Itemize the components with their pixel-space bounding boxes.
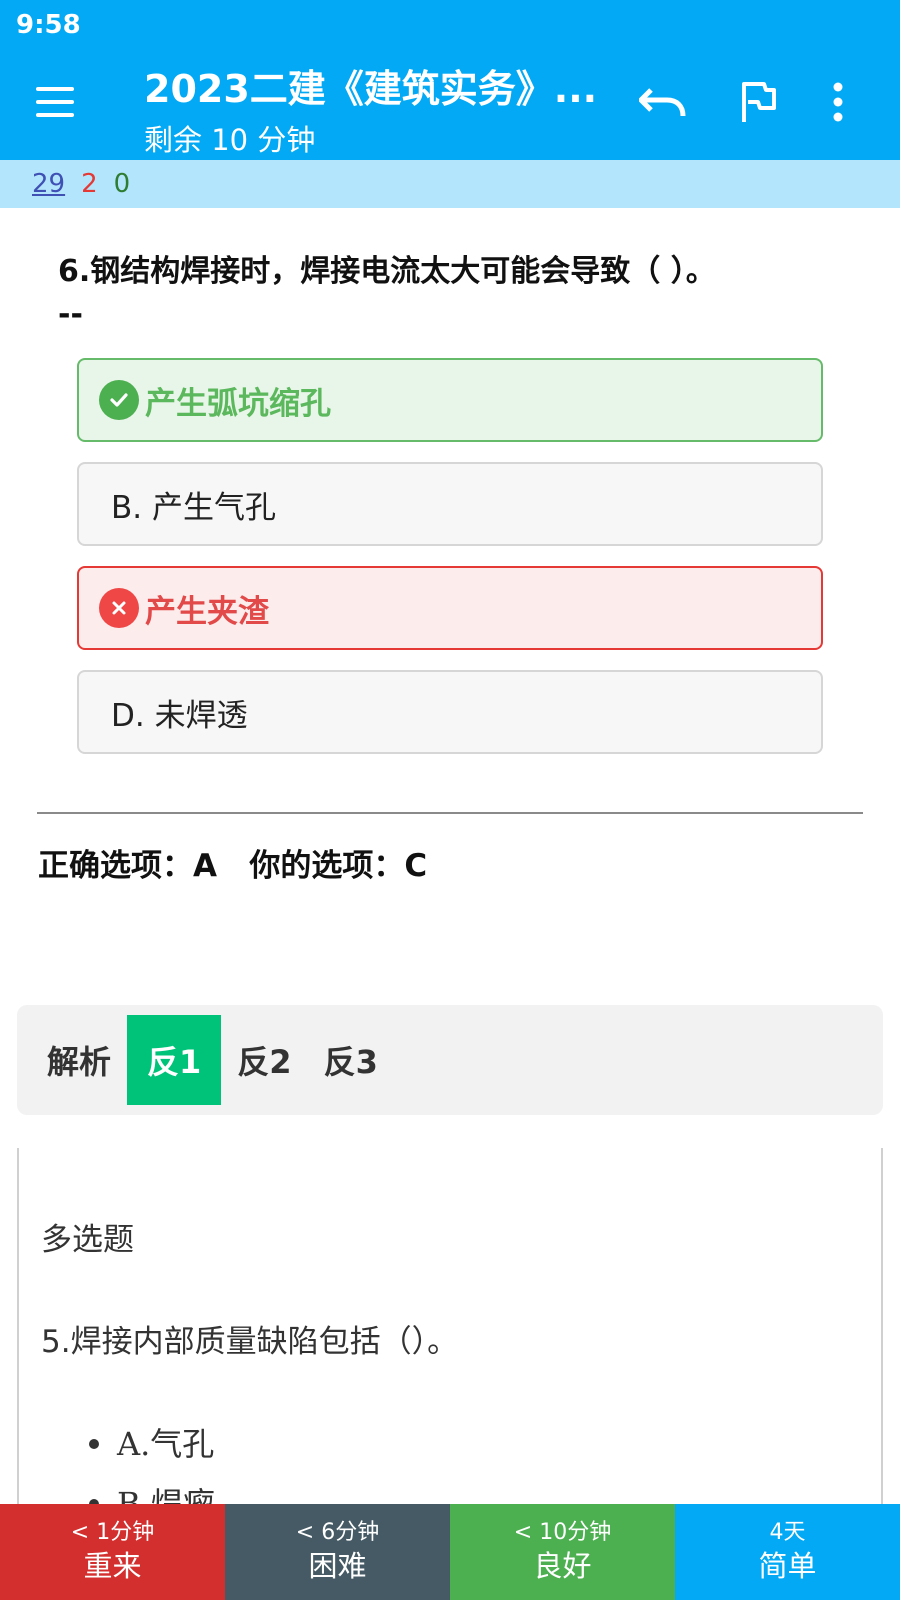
learning-count: 2 <box>81 169 98 199</box>
again-label: 重来 <box>83 1549 142 1583</box>
more-vert-icon[interactable] <box>808 72 868 132</box>
your-answer: 你的选项：C <box>249 848 428 884</box>
option-a-label: 产生弧坑缩孔 <box>145 385 331 422</box>
list-item: A.气孔 <box>89 1414 215 1474</box>
new-count[interactable]: 29 <box>32 169 65 199</box>
variant-panel[interactable]: 多选题 5.焊接内部质量缺陷包括（）。 A.气孔 B.焊瘤 <box>17 1148 883 1508</box>
ease-buttons: < 1分钟 重来 < 6分钟 困难 < 10分钟 良好 4天 简单 <box>0 1504 900 1600</box>
review-count: 0 <box>113 169 131 199</box>
option-d-label: D. 未焊透 <box>111 697 248 734</box>
easy-button[interactable]: 4天 简单 <box>675 1504 900 1600</box>
undo-icon[interactable] <box>633 72 693 132</box>
variant-question: 5.焊接内部质量缺陷包括（）。 <box>41 1324 459 1360</box>
option-d[interactable]: D. 未焊透 <box>77 670 823 754</box>
correct-answer: 正确选项：A <box>38 848 217 884</box>
easy-label: 简单 <box>758 1549 817 1583</box>
again-button[interactable]: < 1分钟 重来 <box>0 1504 225 1600</box>
time-remaining: 剩余 10 分钟 <box>144 123 316 157</box>
analysis-tabs: 解析 反1 反2 反3 <box>17 1005 883 1115</box>
tab-variant-2[interactable]: 反2 <box>221 1015 307 1105</box>
check-circle-icon <box>99 380 139 420</box>
hard-button[interactable]: < 6分钟 困难 <box>225 1504 450 1600</box>
question-stem: 6.钢结构焊接时，焊接电流太大可能会导致（ ）。 <box>58 254 716 289</box>
again-interval: < 1分钟 <box>70 1520 155 1545</box>
good-button[interactable]: < 10分钟 良好 <box>450 1504 675 1600</box>
option-c[interactable]: 产生夹渣 <box>77 566 823 650</box>
variant-options: A.气孔 B.焊瘤 <box>89 1414 215 1508</box>
option-a[interactable]: 产生弧坑缩孔 <box>77 358 823 442</box>
x-circle-icon <box>99 588 139 628</box>
title-area: 2023二建《建筑实务》... 剩余 10 分钟 <box>144 58 604 159</box>
deck-title: 2023二建《建筑实务》... <box>144 67 598 111</box>
easy-interval: 4天 <box>769 1520 806 1545</box>
answer-summary: 正确选项：A 你的选项：C <box>38 840 427 885</box>
tab-analysis[interactable]: 解析 <box>31 1015 127 1105</box>
status-time: 9:58 <box>16 10 81 40</box>
app-bar: 9:58 2023二建《建筑实务》... 剩余 10 分钟 <box>0 0 900 160</box>
menu-icon[interactable] <box>26 78 84 126</box>
bullet-icon <box>89 1439 99 1449</box>
list-item: B.焊瘤 <box>89 1474 215 1508</box>
flag-icon[interactable] <box>728 72 788 132</box>
good-interval: < 10分钟 <box>513 1520 612 1545</box>
option-c-label: 产生夹渣 <box>145 593 269 630</box>
options-list: 产生弧坑缩孔 B. 产生气孔 产生夹渣 D. 未焊透 <box>77 358 823 774</box>
question-text: 6.钢结构焊接时，焊接电流太大可能会导致（ ）。 -- <box>58 250 848 336</box>
option-b[interactable]: B. 产生气孔 <box>77 462 823 546</box>
option-b-label: B. 产生气孔 <box>111 489 276 526</box>
card-counters: 29 2 0 <box>0 160 900 208</box>
hard-interval: < 6分钟 <box>295 1520 380 1545</box>
divider <box>37 812 863 814</box>
tab-variant-3[interactable]: 反3 <box>308 1015 394 1105</box>
question-suffix: -- <box>58 297 83 332</box>
question-type: 多选题 <box>41 1222 134 1258</box>
hard-label: 困难 <box>308 1549 367 1583</box>
tab-variant-1[interactable]: 反1 <box>127 1015 222 1105</box>
good-label: 良好 <box>533 1549 592 1583</box>
